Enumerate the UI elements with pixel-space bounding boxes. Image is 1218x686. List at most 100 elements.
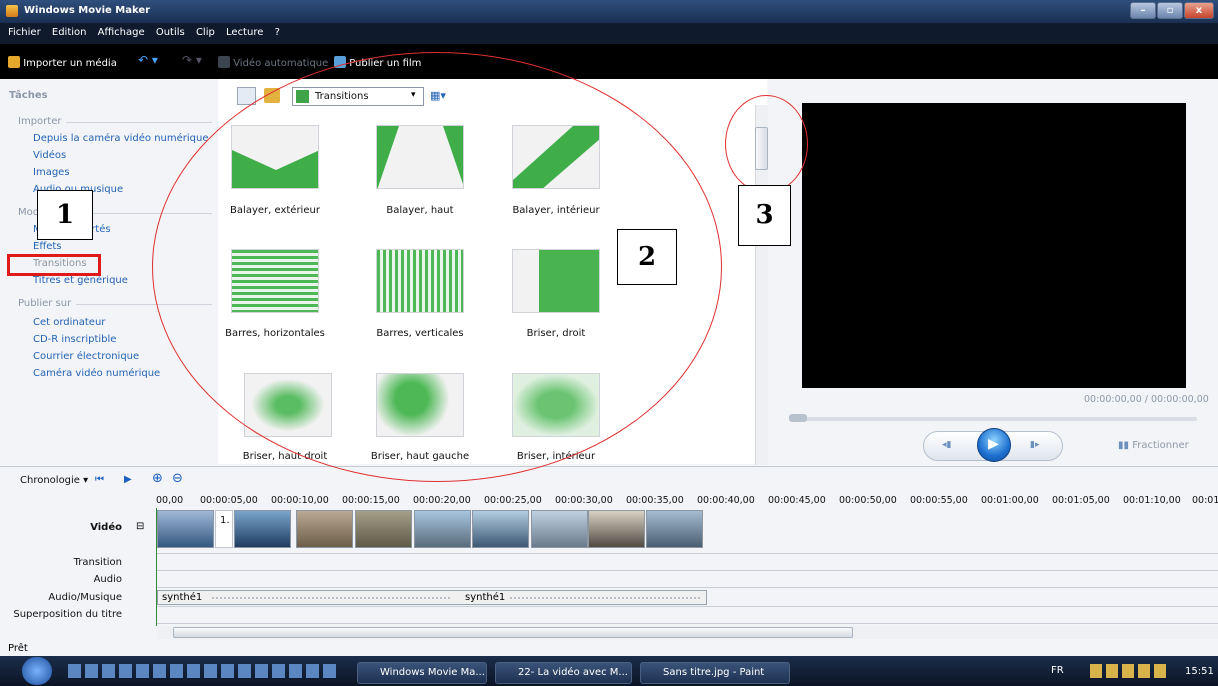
- quick-launch-icons[interactable]: [68, 664, 338, 678]
- chevron-down-icon: ▾: [79, 475, 89, 486]
- track-divider: [156, 606, 1218, 607]
- video-clip[interactable]: [646, 510, 703, 548]
- previous-frame-icon[interactable]: ◂▮: [942, 440, 951, 450]
- time-tick: 00:00:25,00: [484, 495, 542, 506]
- time-tick: 00:00:10,00: [271, 495, 329, 506]
- window-title: Windows Movie Maker: [24, 5, 151, 16]
- redo-icon[interactable]: ↷ ▾: [182, 53, 202, 67]
- undo-icon[interactable]: ↶ ▾: [138, 53, 158, 67]
- track-divider: [156, 570, 1218, 571]
- track-divider: [156, 623, 1218, 624]
- toolbar: Importer un média ↶ ▾ ↷ ▾ Vidéo automati…: [0, 44, 1218, 79]
- publish-computer-link[interactable]: Cet ordinateur: [33, 317, 105, 328]
- language-indicator[interactable]: FR: [1051, 665, 1064, 676]
- video-clip[interactable]: [472, 510, 529, 548]
- time-tick: 00:00:05,00: [200, 495, 258, 506]
- waveform: [212, 597, 452, 599]
- timeline-mode-dropdown[interactable]: Chronologie ▾: [20, 475, 88, 486]
- menu-bar: Fichier Edition Affichage Outils Clip Le…: [0, 23, 1218, 44]
- time-tick: 00,00: [156, 495, 184, 506]
- rewind-icon[interactable]: ⏮: [95, 474, 104, 485]
- time-tick: 00:00:40,00: [697, 495, 755, 506]
- taskbar-word-doc[interactable]: 22- La vidéo avec M...: [495, 662, 632, 684]
- auto-movie-icon: [218, 56, 230, 68]
- menu-edition[interactable]: Edition: [52, 27, 87, 38]
- track-divider: [156, 587, 1218, 588]
- timeline-scrollbar[interactable]: [157, 626, 1218, 639]
- time-tick: 00:00:30,00: [555, 495, 613, 506]
- publish-camera-link[interactable]: Caméra vidéo numérique: [33, 368, 160, 379]
- import-icon: [8, 56, 20, 68]
- menu-outils[interactable]: Outils: [156, 27, 185, 38]
- zoom-out-icon[interactable]: ⊖: [172, 471, 183, 486]
- video-clip[interactable]: [157, 510, 214, 548]
- close-button[interactable]: x: [1184, 2, 1214, 19]
- seek-thumb[interactable]: [789, 414, 807, 422]
- music-track-label: Audio/Musique: [48, 592, 122, 603]
- video-clip[interactable]: [296, 510, 353, 548]
- title-overlay-track-label: Superposition du titre: [13, 609, 122, 620]
- video-track-label: Vidéo: [90, 522, 122, 533]
- menu-clip[interactable]: Clip: [196, 27, 215, 38]
- import-images-link[interactable]: Images: [33, 167, 70, 178]
- titles-credits-link[interactable]: Titres et générique: [33, 275, 128, 286]
- seek-bar[interactable]: [789, 417, 1197, 421]
- title-bar: Windows Movie Maker – ▫ x: [0, 0, 1218, 23]
- annotation-label: 1: [37, 190, 93, 240]
- menu-fichier[interactable]: Fichier: [8, 27, 41, 38]
- video-clip[interactable]: [414, 510, 471, 548]
- waveform: [510, 597, 700, 599]
- import-media-button[interactable]: Importer un média: [8, 56, 117, 69]
- video-clip[interactable]: [531, 510, 588, 548]
- taskbar-paint[interactable]: Sans titre.jpg - Paint: [640, 662, 790, 684]
- annotation-label: 3: [738, 185, 791, 246]
- publish-section-title: Publier sur: [18, 298, 72, 309]
- auto-movie-button[interactable]: Vidéo automatique: [218, 56, 328, 69]
- time-tick: 00:01:05,00: [1052, 495, 1110, 506]
- video-clip[interactable]: [234, 510, 291, 548]
- divider: [66, 122, 212, 123]
- status-bar: Prêt: [0, 642, 1218, 656]
- publish-cdr-link[interactable]: CD-R inscriptible: [33, 334, 116, 345]
- tasks-header: Tâches: [9, 90, 48, 101]
- time-tick: 00:00:20,00: [413, 495, 471, 506]
- start-button[interactable]: [22, 657, 52, 685]
- split-button[interactable]: ▮▮ Fractionner: [1118, 440, 1189, 451]
- publish-email-link[interactable]: Courrier électronique: [33, 351, 139, 362]
- next-frame-icon[interactable]: ▮▸: [1030, 440, 1039, 450]
- time-tick: 00:00:15,00: [342, 495, 400, 506]
- preview-time: 00:00:00,00 / 00:00:00,00: [1084, 394, 1209, 405]
- effects-link[interactable]: Effets: [33, 241, 62, 252]
- annotation-label: 2: [617, 229, 677, 285]
- annotation-highlight: [7, 254, 101, 276]
- audio-clip[interactable]: synthé1 synthé1: [157, 590, 707, 605]
- play-icon: ▶: [988, 436, 999, 452]
- maximize-button[interactable]: ▫: [1157, 2, 1183, 19]
- video-clip[interactable]: [588, 510, 645, 548]
- import-videos-link[interactable]: Vidéos: [33, 150, 66, 161]
- audio-track-label: Audio: [93, 574, 122, 585]
- timeline-scrollbar-thumb[interactable]: [173, 627, 853, 638]
- taskbar-movie-maker[interactable]: Windows Movie Ma...: [357, 662, 487, 684]
- minimize-button[interactable]: –: [1130, 2, 1156, 19]
- preview-monitor: [802, 103, 1186, 388]
- time-tick: 00:00:50,00: [839, 495, 897, 506]
- time-tick: 00:00:55,00: [910, 495, 968, 506]
- import-from-camera-link[interactable]: Depuis la caméra vidéo numérique: [33, 133, 209, 144]
- track-divider: [156, 553, 1218, 554]
- annotation-ellipse: [725, 95, 808, 193]
- import-section-title: Importer: [18, 116, 62, 127]
- video-clip-gap: 1.: [215, 510, 233, 548]
- menu-affichage[interactable]: Affichage: [98, 27, 145, 38]
- time-tick: 00:00:45,00: [768, 495, 826, 506]
- time-tick: 00:01:10,00: [1123, 495, 1181, 506]
- split-icon: ▮▮: [1118, 440, 1133, 451]
- play-timeline-icon[interactable]: ▶: [124, 474, 132, 485]
- timeline: [0, 466, 1218, 642]
- collapse-track-icon[interactable]: ⊟: [136, 521, 144, 532]
- tray-icons[interactable]: [1090, 664, 1170, 678]
- zoom-in-icon[interactable]: ⊕: [152, 471, 163, 486]
- menu-help[interactable]: ?: [275, 27, 280, 38]
- menu-lecture[interactable]: Lecture: [226, 27, 263, 38]
- video-clip[interactable]: [355, 510, 412, 548]
